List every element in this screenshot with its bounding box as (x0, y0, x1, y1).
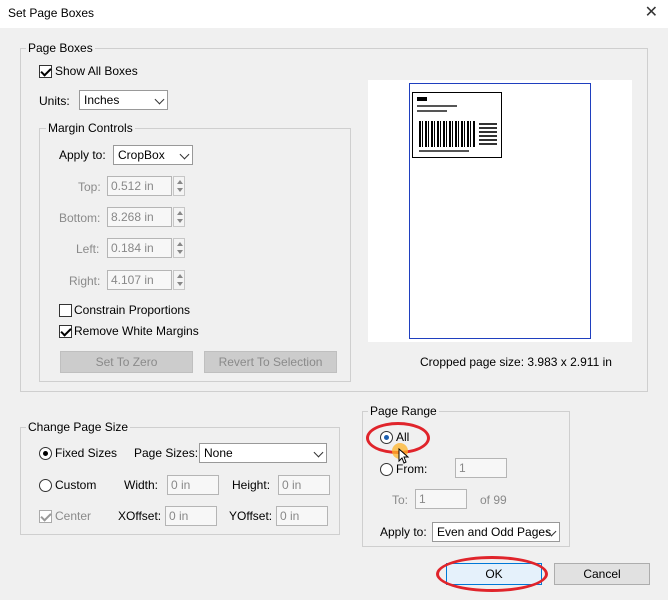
apply-to-value: CropBox (118, 148, 165, 162)
units-label: Units: (39, 94, 70, 108)
bottom-label: Bottom: (59, 211, 101, 225)
revert-to-selection-button[interactable]: Revert To Selection (204, 351, 337, 373)
custom-label: Custom (55, 478, 97, 492)
change-page-size-legend: Change Page Size (26, 420, 131, 434)
width-input[interactable]: 0 in (167, 475, 219, 495)
window-title: Set Page Boxes (8, 6, 95, 20)
to-label: To: (392, 493, 409, 507)
shipping-label-thumbnail (412, 92, 502, 158)
constrain-proportions-checkbox[interactable] (59, 304, 72, 317)
xoffset-label: XOffset: (118, 509, 162, 523)
from-radio[interactable] (380, 463, 393, 476)
set-to-zero-button[interactable]: Set To Zero (60, 351, 193, 373)
remove-white-margins-label: Remove White Margins (74, 324, 199, 338)
top-input[interactable]: 0.512 in (107, 176, 172, 196)
to-input[interactable]: 1 (415, 489, 467, 509)
show-all-boxes-label: Show All Boxes (55, 64, 138, 78)
left-stepper[interactable] (173, 238, 185, 258)
yoffset-input[interactable]: 0 in (276, 506, 328, 526)
units-value: Inches (84, 93, 120, 107)
top-label: Top: (78, 180, 101, 194)
center-label: Center (55, 509, 92, 523)
yoffset-label: YOffset: (229, 509, 273, 523)
custom-radio[interactable] (39, 479, 52, 492)
units-select[interactable]: Inches (79, 90, 168, 110)
apply-to-label: Apply to: (59, 148, 106, 162)
range-apply-to-value: Even and Odd Pages (437, 525, 552, 539)
cancel-button[interactable]: Cancel (554, 563, 650, 585)
fixed-sizes-label: Fixed Sizes (55, 446, 118, 460)
bottom-stepper[interactable] (173, 207, 185, 227)
ok-highlight-oval (436, 556, 548, 592)
left-label: Left: (76, 242, 100, 256)
left-input[interactable]: 0.184 in (107, 238, 172, 258)
range-apply-to-label: Apply to: (380, 525, 427, 539)
bottom-input[interactable]: 8.268 in (107, 207, 172, 227)
chevron-down-icon (154, 94, 165, 105)
of-total-label: of 99 (480, 493, 507, 507)
close-icon[interactable]: ✕ (645, 2, 658, 22)
from-input[interactable]: 1 (455, 458, 507, 478)
range-apply-to-select[interactable]: Even and Odd Pages (432, 522, 560, 542)
height-label: Height: (232, 478, 271, 492)
page-boxes-legend: Page Boxes (26, 41, 95, 55)
page-sizes-select[interactable]: None (199, 443, 327, 463)
page-range-legend: Page Range (368, 404, 439, 418)
show-all-boxes-checkbox[interactable] (39, 65, 52, 78)
height-input[interactable]: 0 in (278, 475, 330, 495)
right-label: Right: (69, 274, 101, 288)
xoffset-input[interactable]: 0 in (165, 506, 217, 526)
title-bar (0, 0, 668, 28)
top-stepper[interactable] (173, 176, 185, 196)
apply-to-select[interactable]: CropBox (113, 145, 193, 165)
chevron-down-icon (313, 447, 324, 458)
cropped-page-size: Cropped page size: 3.983 x 2.911 in (420, 355, 612, 369)
remove-white-margins-checkbox[interactable] (59, 325, 72, 338)
right-stepper[interactable] (173, 270, 185, 290)
chevron-down-icon (179, 149, 190, 160)
page-sizes-value: None (204, 446, 233, 460)
constrain-proportions-label: Constrain Proportions (74, 303, 191, 317)
fixed-sizes-radio[interactable] (39, 447, 52, 460)
center-checkbox[interactable] (39, 510, 52, 523)
right-input[interactable]: 4.107 in (107, 270, 172, 290)
page-sizes-label: Page Sizes: (134, 446, 199, 460)
from-label: From: (396, 462, 428, 476)
width-label: Width: (124, 478, 159, 492)
margin-controls-legend: Margin Controls (46, 121, 135, 135)
